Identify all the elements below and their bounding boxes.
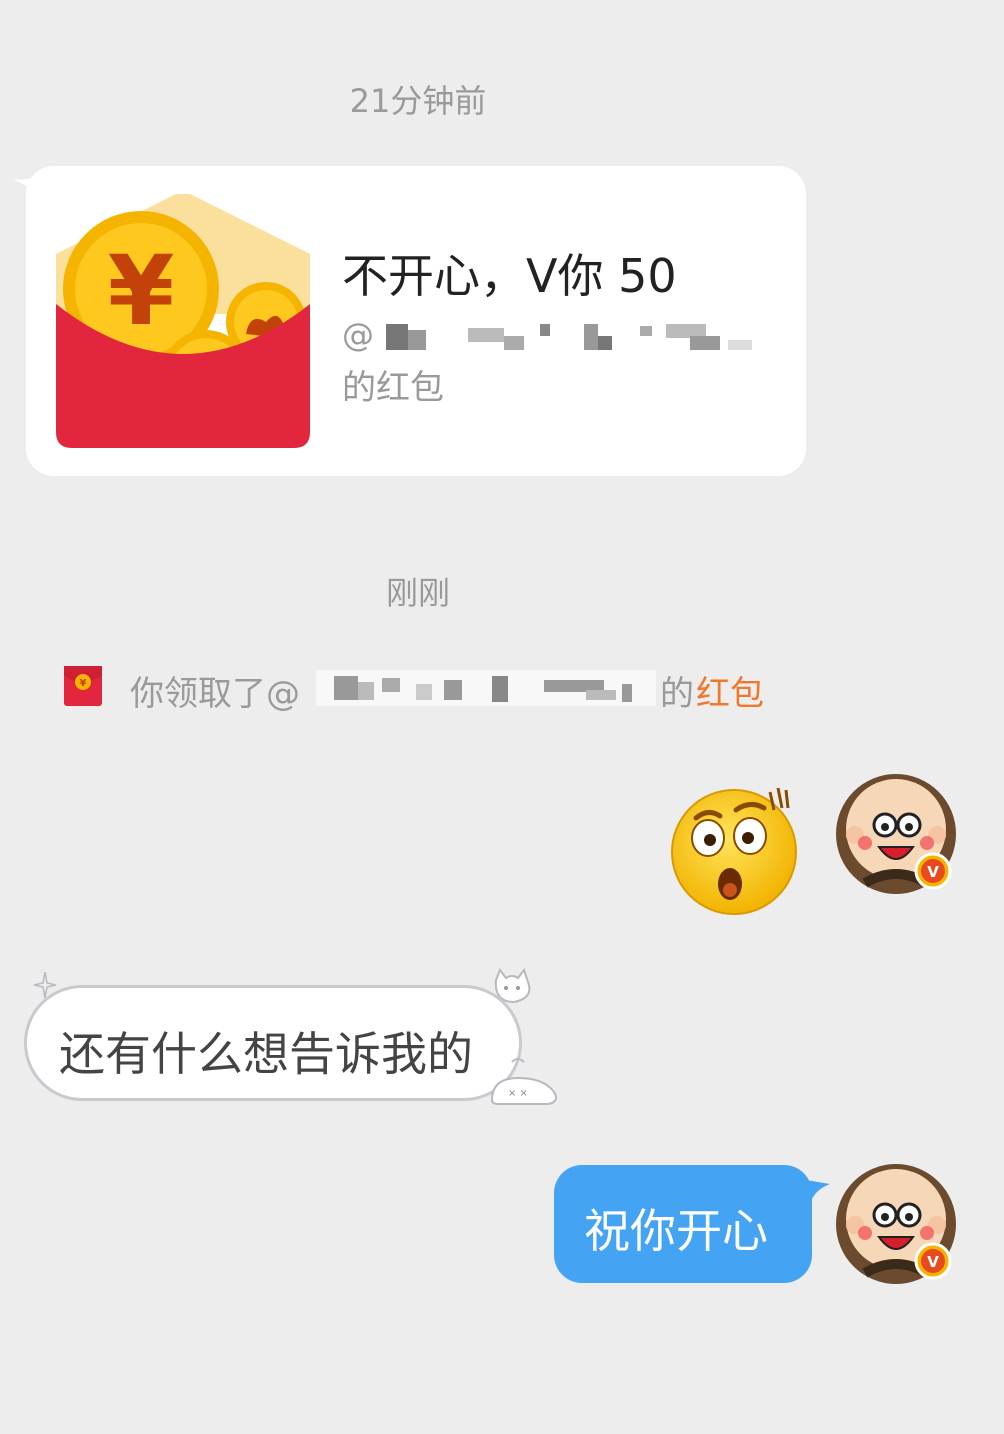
svg-text:V: V [927, 1253, 939, 1271]
shocked-face-emoji[interactable] [666, 780, 806, 920]
svg-text:¥: ¥ [108, 235, 175, 347]
bubble-tail [806, 1180, 830, 1204]
redacted-username [386, 324, 752, 350]
timestamp: 21分钟前 [349, 82, 487, 120]
avatar-image: V [836, 1164, 956, 1284]
redacted-username [316, 670, 656, 706]
my-avatar[interactable]: V [835, 773, 957, 895]
red-packet-message[interactable]: ¥ 不开心，V你 50 @ 的红包 [26, 166, 806, 476]
red-packet-label: 的红包 [342, 368, 444, 408]
received-message-text: 还有什么想告诉我的 [59, 1027, 473, 1081]
sent-text-message[interactable]: 祝你开心 [554, 1165, 812, 1283]
notice-of: 的 [660, 674, 694, 714]
timestamp: 刚刚 [385, 574, 450, 612]
red-packet-received-notice: ¥ 你领取了@ 的 红包 [64, 662, 784, 715]
sent-message-text: 祝你开心 [584, 1204, 768, 1258]
red-envelope-small-icon: ¥ [64, 666, 102, 706]
at-sign: @ [342, 316, 374, 354]
red-packet-title: 不开心，V你 50 [342, 249, 677, 303]
svg-text:V: V [927, 863, 939, 881]
avatar-image: V [836, 774, 956, 894]
notice-text: 你领取了@ [130, 674, 300, 714]
red-packet-link[interactable]: 红包 [696, 666, 764, 715]
received-text-message[interactable]: 还有什么想告诉我的 [24, 985, 522, 1101]
cat-sleeping-doodle-icon: × × [490, 1058, 557, 1105]
red-envelope-icon: ¥ [56, 194, 310, 448]
my-avatar[interactable]: V [835, 1163, 957, 1285]
svg-text:× ×: × × [508, 1088, 528, 1099]
red-packet-sender: @ [342, 316, 762, 360]
svg-text:¥: ¥ [80, 678, 87, 689]
